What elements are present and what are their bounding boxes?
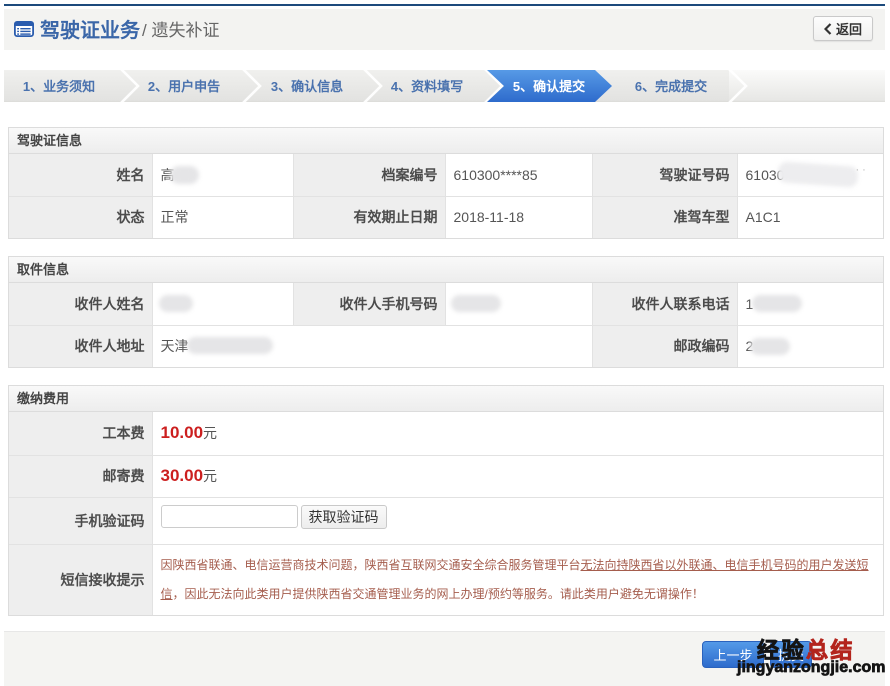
svg-text:4、资料填写: 4、资料填写 <box>391 79 463 94</box>
svg-text:3、确认信息: 3、确认信息 <box>271 79 343 94</box>
svg-text:5、确认提交: 5、确认提交 <box>513 79 585 94</box>
svg-text:1、业务须知: 1、业务须知 <box>23 79 95 94</box>
svg-text:6、完成提交: 6、完成提交 <box>635 79 707 94</box>
svg-text:2、用户申告: 2、用户申告 <box>148 79 220 94</box>
